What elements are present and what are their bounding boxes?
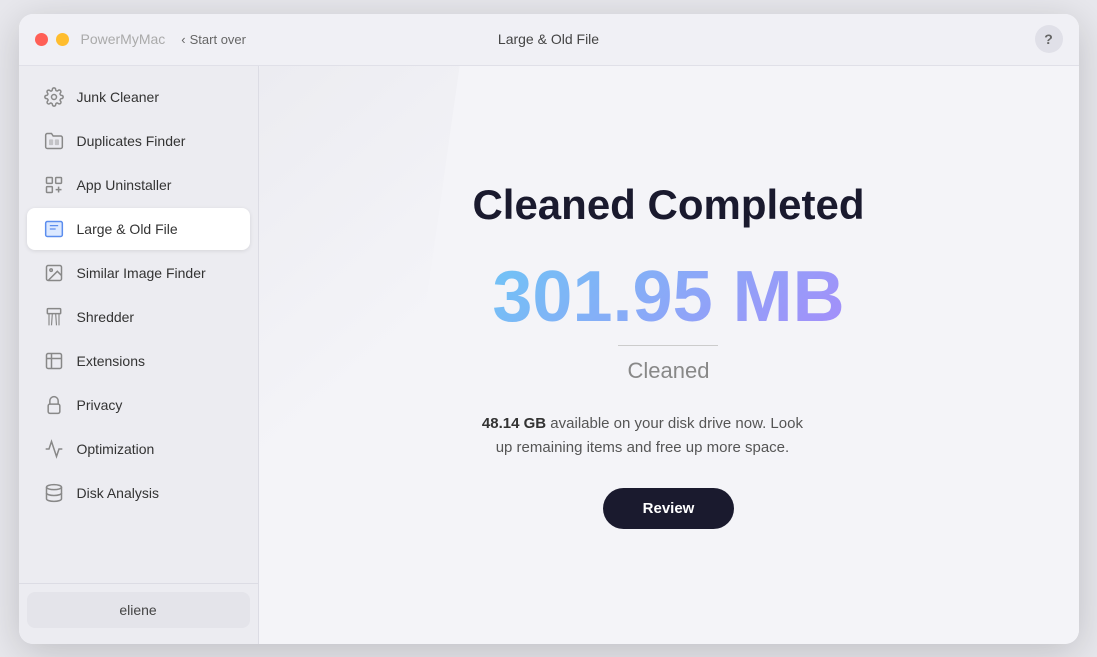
main-body: Junk Cleaner Duplicates Finder	[19, 66, 1079, 644]
cleaned-amount: 301.95 MB	[472, 261, 864, 333]
disk-info: 48.14 GB available on your disk drive no…	[472, 412, 812, 460]
cleaned-label: Cleaned	[472, 358, 864, 384]
content-area: Cleaned Completed 301.95 MB Cleaned 48.1…	[259, 66, 1079, 644]
user-button[interactable]: eliene	[27, 592, 250, 628]
separator-line	[618, 345, 718, 346]
sidebar-item-privacy[interactable]: Privacy	[27, 384, 250, 426]
sidebar-label-large-old-file: Large & Old File	[77, 221, 178, 237]
sidebar-footer: eliene	[19, 583, 258, 636]
sidebar: Junk Cleaner Duplicates Finder	[19, 66, 259, 644]
sidebar-label-disk-analysis: Disk Analysis	[77, 485, 159, 501]
content-inner: Cleaned Completed 301.95 MB Cleaned 48.1…	[472, 181, 864, 529]
back-icon: ‹	[181, 32, 185, 47]
app-icon	[43, 174, 65, 196]
sidebar-label-similar-image-finder: Similar Image Finder	[77, 265, 206, 281]
sidebar-item-disk-analysis[interactable]: Disk Analysis	[27, 472, 250, 514]
folder-icon	[43, 130, 65, 152]
sidebar-label-extensions: Extensions	[77, 353, 145, 369]
sidebar-label-junk-cleaner: Junk Cleaner	[77, 89, 160, 105]
close-button[interactable]	[35, 33, 48, 46]
traffic-lights	[35, 33, 69, 46]
sidebar-items: Junk Cleaner Duplicates Finder	[19, 74, 258, 579]
sidebar-item-similar-image-finder[interactable]: Similar Image Finder	[27, 252, 250, 294]
review-button[interactable]: Review	[603, 488, 735, 529]
page-title: Large & Old File	[498, 31, 599, 47]
sidebar-item-duplicates-finder[interactable]: Duplicates Finder	[27, 120, 250, 162]
help-button[interactable]: ?	[1035, 25, 1063, 53]
disk-icon	[43, 482, 65, 504]
file-icon	[43, 218, 65, 240]
sidebar-label-privacy: Privacy	[77, 397, 123, 413]
sidebar-item-junk-cleaner[interactable]: Junk Cleaner	[27, 76, 250, 118]
app-name: PowerMyMac	[81, 31, 166, 47]
title-bar: PowerMyMac ‹ Start over Large & Old File…	[19, 14, 1079, 66]
minimize-button[interactable]	[56, 33, 69, 46]
start-over-button[interactable]: ‹ Start over	[181, 32, 246, 47]
sidebar-item-shredder[interactable]: Shredder	[27, 296, 250, 338]
extensions-icon	[43, 350, 65, 372]
sidebar-label-shredder: Shredder	[77, 309, 135, 325]
shredder-icon	[43, 306, 65, 328]
app-window: PowerMyMac ‹ Start over Large & Old File…	[19, 14, 1079, 644]
sidebar-label-optimization: Optimization	[77, 441, 155, 457]
gear-circle-icon	[43, 86, 65, 108]
sidebar-item-extensions[interactable]: Extensions	[27, 340, 250, 382]
sidebar-label-duplicates-finder: Duplicates Finder	[77, 133, 186, 149]
optimization-icon	[43, 438, 65, 460]
sidebar-item-app-uninstaller[interactable]: App Uninstaller	[27, 164, 250, 206]
sidebar-item-optimization[interactable]: Optimization	[27, 428, 250, 470]
cleaned-title: Cleaned Completed	[472, 181, 864, 229]
sidebar-item-large-old-file[interactable]: Large & Old File	[27, 208, 250, 250]
disk-size: 48.14 GB	[482, 415, 546, 432]
image-icon	[43, 262, 65, 284]
sidebar-label-app-uninstaller: App Uninstaller	[77, 177, 172, 193]
privacy-icon	[43, 394, 65, 416]
